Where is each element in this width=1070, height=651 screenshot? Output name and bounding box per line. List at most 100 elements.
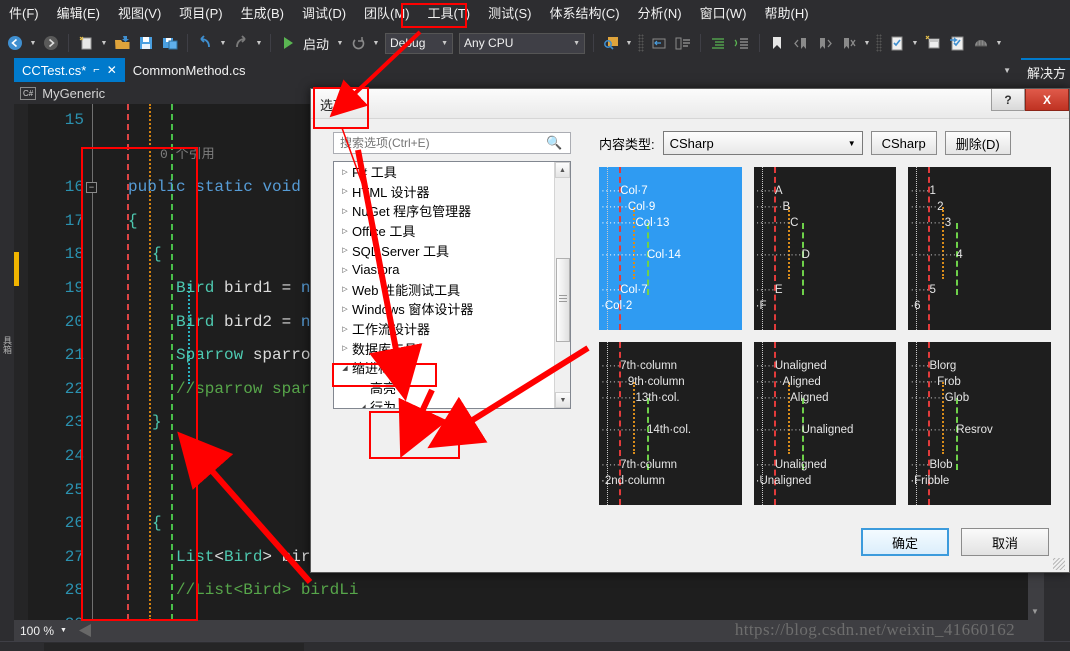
scroll-down-icon[interactable]: ▼: [555, 392, 570, 408]
tools-overflow-caret[interactable]: ▼: [994, 32, 1004, 54]
decrease-indent-icon[interactable]: [731, 32, 753, 54]
delete-button[interactable]: 删除(D): [944, 131, 1011, 155]
content-type-combo[interactable]: CSharp ▼: [662, 131, 863, 155]
search-input[interactable]: [338, 135, 546, 151]
chevron-down-icon[interactable]: ◢: [356, 403, 370, 408]
csharp-button[interactable]: CSharp: [870, 131, 937, 155]
close-button[interactable]: X: [1025, 89, 1069, 111]
scroll-up-icon[interactable]: ▲: [555, 162, 570, 178]
find-overflow-caret[interactable]: ▼: [624, 32, 634, 54]
search-options-box[interactable]: 🔍: [333, 132, 571, 154]
menu-item-6[interactable]: 团队(M): [355, 2, 419, 26]
ok-button[interactable]: 确定: [861, 528, 949, 556]
menu-item-5[interactable]: 调试(D): [293, 2, 355, 26]
menu-item-3[interactable]: 项目(P): [170, 2, 231, 26]
start-debug-icon[interactable]: [277, 32, 299, 54]
comment-selection-icon[interactable]: [648, 32, 670, 54]
undo-caret[interactable]: ▼: [218, 32, 228, 54]
start-debug-caret[interactable]: ▼: [335, 32, 345, 54]
options-tree[interactable]: ▷ F# 工具 ▷ HTML 设计器 ▷ NuGet 程序包管理器 ▷ Office 工具 ▷ S…: [333, 161, 571, 409]
chevron-right-icon[interactable]: ▷: [338, 305, 352, 313]
tree-item-3[interactable]: ▷ Office 工具: [334, 221, 570, 241]
chevron-right-icon[interactable]: ▷: [338, 285, 352, 293]
new-window-icon[interactable]: [922, 32, 944, 54]
chevron-down-icon[interactable]: ▼: [60, 627, 75, 634]
chevron-down-icon[interactable]: ◢: [338, 364, 352, 372]
toolbox-rail[interactable]: 具箱: [0, 58, 14, 628]
tree-item-6[interactable]: ▷ Web 性能测试工具: [334, 280, 570, 300]
chevron-right-icon[interactable]: ▷: [338, 325, 352, 333]
configuration-combo[interactable]: Debug ▼: [385, 32, 454, 54]
new-project-icon[interactable]: [75, 32, 97, 54]
go-to-icon[interactable]: [946, 32, 968, 54]
chevron-right-icon[interactable]: ▷: [338, 187, 352, 195]
navigate-back-icon[interactable]: [4, 32, 26, 54]
task-list-caret[interactable]: ▼: [910, 32, 920, 54]
redo-icon[interactable]: [230, 32, 252, 54]
clear-bookmarks-icon[interactable]: [838, 32, 860, 54]
tree-item-4[interactable]: ▷ SQL Server 工具: [334, 240, 570, 260]
navigate-back-caret[interactable]: ▼: [28, 32, 38, 54]
chevron-right-icon[interactable]: ▷: [338, 227, 352, 235]
help-button[interactable]: ?: [991, 89, 1025, 111]
toggle-bookmark-icon[interactable]: [766, 32, 788, 54]
chevron-right-icon[interactable]: ▷: [338, 246, 352, 254]
solution-explorer-pane-title[interactable]: 解决方: [1020, 58, 1070, 82]
tree-item-9[interactable]: ▷ 数据库工具: [334, 338, 570, 358]
find-in-files-icon[interactable]: [600, 32, 622, 54]
tab-overflow-icon[interactable]: ▼: [993, 66, 1021, 75]
indent-preview-3[interactable]: ·····7th·column ·······9th·column ········…: [599, 342, 742, 505]
web-browser-icon[interactable]: [970, 32, 992, 54]
tree-item-10[interactable]: ◢ 缩进标尺: [334, 358, 570, 378]
code-line[interactable]: 29: [14, 608, 1044, 620]
tree-item-0[interactable]: ▷ F# 工具: [334, 162, 570, 182]
menu-item-1[interactable]: 编辑(E): [48, 2, 109, 26]
tree-item-7[interactable]: ▷ Windows 窗体设计器: [334, 299, 570, 319]
close-icon[interactable]: ✕: [107, 63, 117, 77]
tree-item-1[interactable]: ▷ HTML 设计器: [334, 182, 570, 202]
restart-caret[interactable]: ▼: [371, 32, 381, 54]
menu-item-10[interactable]: 分析(N): [629, 2, 691, 26]
search-icon[interactable]: 🔍: [546, 135, 562, 151]
tree-vertical-scrollbar[interactable]: ▲ ▼: [554, 162, 570, 408]
tree-item-2[interactable]: ▷ NuGet 程序包管理器: [334, 201, 570, 221]
platform-combo[interactable]: Any CPU ▼: [459, 32, 586, 54]
menu-item-7[interactable]: 工具(T): [419, 2, 480, 26]
code-line[interactable]: 28 //List<Bird> birdLi: [14, 574, 1044, 608]
next-bookmark-icon[interactable]: [814, 32, 836, 54]
dialog-resize-grip[interactable]: [1053, 558, 1065, 570]
menu-item-0[interactable]: 件(F): [0, 2, 48, 26]
indent-preview-1[interactable]: ·····A ·······B ·········C ············D ···…: [753, 167, 897, 330]
tree-item-11[interactable]: 高亮: [334, 378, 570, 398]
navigate-forward-icon[interactable]: [40, 32, 62, 54]
tree-item-8[interactable]: ▷ 工作流设计器: [334, 319, 570, 339]
increase-indent-icon[interactable]: [707, 32, 729, 54]
open-file-icon[interactable]: [111, 32, 133, 54]
indent-preview-4[interactable]: ·····Unaligned ·······Aligned ·········Ali…: [753, 342, 897, 505]
pin-icon[interactable]: ⌐: [93, 64, 99, 76]
start-debug-label[interactable]: 启动: [301, 34, 333, 53]
chevron-right-icon[interactable]: ▷: [338, 344, 352, 352]
chevron-right-icon[interactable]: ▷: [338, 168, 352, 176]
tab-commonmethod-cs[interactable]: CommonMethod.cs: [125, 58, 254, 82]
save-all-icon[interactable]: [159, 32, 181, 54]
menu-item-8[interactable]: 测试(S): [479, 2, 540, 26]
cancel-button[interactable]: 取消: [961, 528, 1049, 556]
indent-preview-5[interactable]: ·····Blorg ·······Frob ·········Glob ······…: [908, 342, 1051, 505]
tree-item-12[interactable]: ◢ 行为: [334, 397, 570, 408]
scroll-down-icon[interactable]: ▼: [1031, 607, 1039, 616]
tree-item-5[interactable]: ▷ Viasfora: [334, 260, 570, 280]
uncomment-selection-icon[interactable]: [672, 32, 694, 54]
previous-bookmark-icon[interactable]: [790, 32, 812, 54]
restart-icon[interactable]: [347, 32, 369, 54]
indent-preview-0[interactable]: ·····Col·7 ·······Col·9 ·········Col·13 ···…: [599, 167, 742, 330]
breadcrumb-type[interactable]: MyGeneric: [42, 86, 105, 101]
chevron-right-icon[interactable]: ▷: [338, 266, 352, 274]
undo-icon[interactable]: [194, 32, 216, 54]
menu-item-11[interactable]: 窗口(W): [691, 2, 756, 26]
horizontal-scroll-left-arrow[interactable]: [78, 624, 91, 637]
zoom-level[interactable]: 100 %: [14, 624, 60, 638]
indent-preview-2[interactable]: ·····1 ·······2 ·········3 ············4 ···…: [908, 167, 1051, 330]
task-list-icon[interactable]: [886, 32, 908, 54]
menu-item-9[interactable]: 体系结构(C): [540, 2, 628, 26]
